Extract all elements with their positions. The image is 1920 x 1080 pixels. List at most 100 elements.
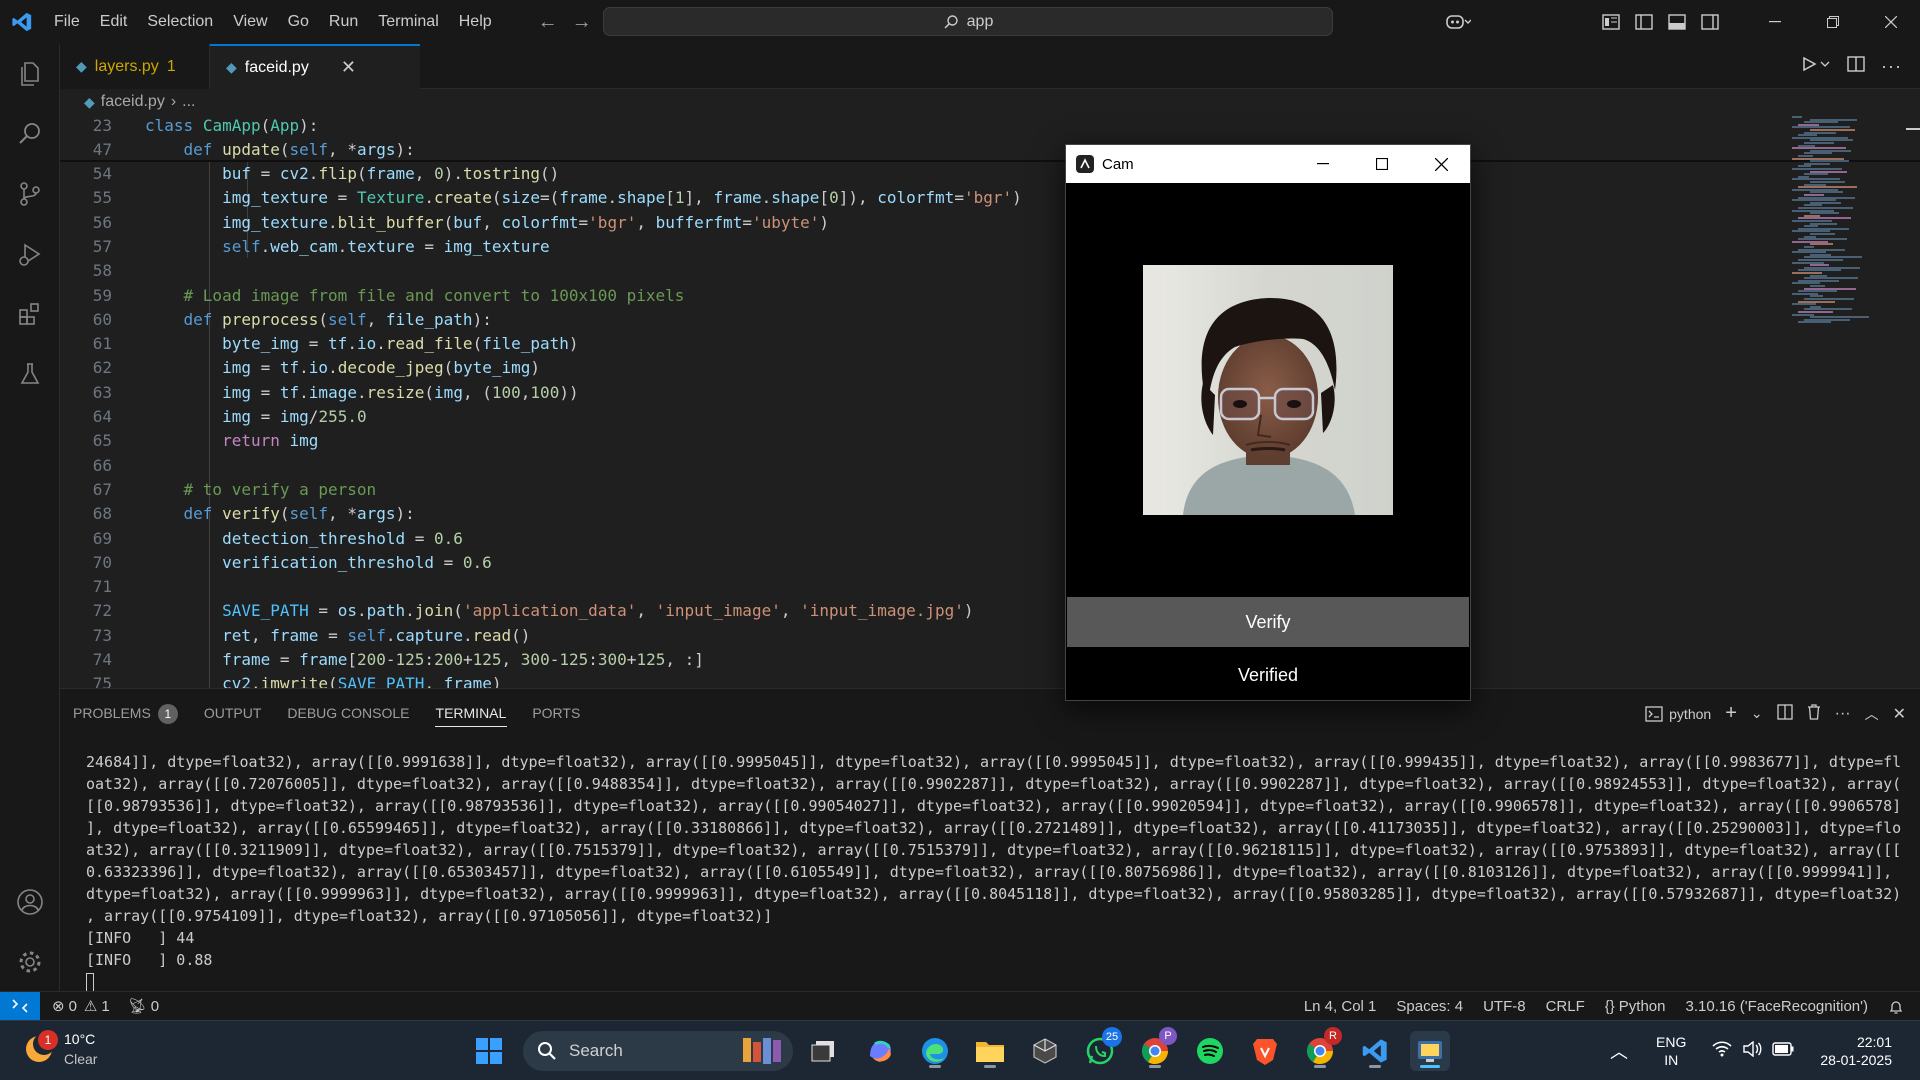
code-line[interactable]: 59 # Load image from file and convert to…	[60, 284, 1760, 308]
tab-layers-py[interactable]: ◆ layers.py 1	[60, 44, 210, 89]
input-language[interactable]: ENG IN	[1656, 1033, 1686, 1069]
code-line[interactable]: 68 def verify(self, *args):	[60, 502, 1760, 526]
code-line[interactable]: 75 cv2.imwrite(SAVE_PATH, frame)	[60, 672, 1760, 688]
code-line[interactable]: 65 return img	[60, 429, 1760, 453]
minimize-button[interactable]	[1746, 0, 1804, 44]
tab-problems[interactable]: PROBLEMS 1	[60, 689, 191, 738]
customize-layout-icon[interactable]	[1594, 0, 1627, 44]
code-line[interactable]: 67 # to verify a person	[60, 478, 1760, 502]
code-line[interactable]: 73 ret, frame = self.capture.read()	[60, 624, 1760, 648]
terminal-shell-selector[interactable]: python	[1645, 706, 1711, 722]
code-line[interactable]: 69 detection_threshold = 0.6	[60, 527, 1760, 551]
toggle-primary-sidebar-icon[interactable]	[1627, 0, 1660, 44]
taskbar-search[interactable]: Search	[523, 1031, 793, 1071]
unity-hub-icon[interactable]	[1025, 1031, 1065, 1071]
code-line[interactable]: 57 self.web_cam.texture = img_texture	[60, 235, 1760, 259]
run-and-debug-icon[interactable]	[0, 224, 60, 284]
testing-flask-icon[interactable]	[0, 344, 60, 404]
cam-minimize-button[interactable]	[1294, 145, 1352, 183]
source-control-icon[interactable]	[0, 164, 60, 224]
menu-run[interactable]: Run	[319, 0, 368, 44]
language-mode[interactable]: {} Python	[1595, 998, 1676, 1015]
code-line[interactable]: 54 buf = cv2.flip(frame, 0).tostring()	[60, 162, 1760, 186]
indentation[interactable]: Spaces: 4	[1386, 998, 1473, 1015]
accounts-icon[interactable]	[0, 872, 60, 932]
breadcrumb-file[interactable]: faceid.py	[101, 93, 165, 111]
cursor-position[interactable]: Ln 4, Col 1	[1294, 998, 1387, 1015]
menu-go[interactable]: Go	[278, 0, 319, 44]
split-terminal-icon[interactable]	[1776, 704, 1793, 723]
new-terminal-plus-icon[interactable]: +	[1725, 702, 1737, 725]
menu-help[interactable]: Help	[449, 0, 502, 44]
chrome-profile-r-icon[interactable]: R	[1300, 1027, 1342, 1071]
volume-icon[interactable]	[1742, 1040, 1762, 1062]
toggle-secondary-sidebar-icon[interactable]	[1693, 0, 1726, 44]
menu-file[interactable]: File	[44, 0, 90, 44]
code-line[interactable]: 58	[60, 259, 1760, 283]
more-actions-icon[interactable]: ···	[1881, 56, 1902, 77]
command-center-search[interactable]: app	[603, 7, 1333, 36]
battery-icon[interactable]	[1772, 1041, 1794, 1061]
chevron-down-icon[interactable]: ⌄	[1751, 705, 1763, 722]
tab-debug-console[interactable]: DEBUG CONSOLE	[274, 689, 422, 738]
breadcrumb-symbol[interactable]: ...	[182, 93, 195, 111]
edge-browser-icon[interactable]	[915, 1031, 955, 1071]
cam-maximize-button[interactable]	[1353, 145, 1411, 183]
code-line[interactable]: 66	[60, 454, 1760, 478]
code-editor[interactable]: 23 class CamApp(App): 47 def update(self, …	[60, 114, 1920, 688]
copilot-app-icon[interactable]	[860, 1031, 900, 1071]
back-arrow-icon[interactable]: ←	[538, 11, 558, 34]
menu-view[interactable]: View	[223, 0, 277, 44]
extensions-icon[interactable]	[0, 284, 60, 344]
forward-arrow-icon[interactable]: →	[572, 11, 592, 34]
tab-ports[interactable]: PORTS	[519, 689, 593, 738]
minimap[interactable]	[1788, 114, 1918, 334]
code-line[interactable]: 62 img = tf.io.decode_jpeg(byte_img)	[60, 356, 1760, 380]
split-editor-icon[interactable]	[1847, 56, 1865, 77]
spotify-icon[interactable]	[1190, 1031, 1230, 1071]
whatsapp-icon[interactable]: 25	[1080, 1027, 1122, 1071]
weather-widget[interactable]: 1 10°C Clear	[24, 1029, 97, 1069]
end-of-line[interactable]: CRLF	[1536, 998, 1595, 1015]
chrome-profile-p-icon[interactable]: P	[1135, 1027, 1177, 1071]
run-python-file-icon[interactable]	[1801, 56, 1831, 77]
maximize-button[interactable]	[1804, 0, 1862, 44]
windows-start-icon[interactable]	[469, 1031, 509, 1071]
code-line[interactable]: 55 img_texture = Texture.create(size=(fr…	[60, 186, 1760, 210]
ports-status[interactable]: 📡︎ 0	[119, 997, 168, 1016]
remote-window-icon[interactable]	[0, 991, 40, 1021]
verify-button[interactable]: Verify	[1067, 597, 1469, 647]
python-interpreter[interactable]: 3.10.16 ('FaceRecognition')	[1676, 998, 1879, 1015]
code-line[interactable]: 61 byte_img = tf.io.read_file(file_path)	[60, 332, 1760, 356]
scrollbar-thumb[interactable]	[1906, 128, 1920, 130]
python-kivy-app-icon[interactable]	[1410, 1031, 1450, 1071]
search-icon[interactable]	[0, 104, 60, 164]
close-tab-icon[interactable]: ✕	[341, 57, 356, 78]
tab-output[interactable]: OUTPUT	[191, 689, 275, 738]
tab-terminal[interactable]: TERMINAL	[423, 689, 520, 738]
show-hidden-icons-chevron-up-icon[interactable]: ︿	[1610, 1038, 1628, 1064]
notifications-bell-icon[interactable]	[1878, 999, 1920, 1015]
code-line[interactable]: 63 img = tf.image.resize(img, (100,100))	[60, 381, 1760, 405]
code-line[interactable]: 74 frame = frame[200-125:200+125, 300-12…	[60, 648, 1760, 672]
tab-faceid-py[interactable]: ◆ faceid.py ✕	[210, 44, 420, 89]
brave-browser-icon[interactable]	[1245, 1031, 1285, 1071]
more-actions-icon[interactable]: ···	[1835, 705, 1851, 723]
maximize-panel-chevron-up-icon[interactable]: ︿	[1865, 704, 1879, 724]
code-line[interactable]: 71	[60, 575, 1760, 599]
manage-gear-icon[interactable]	[0, 932, 60, 992]
terminal-output[interactable]: 24684]], dtype=float32), array([[0.99916…	[86, 751, 1920, 993]
kill-terminal-trash-icon[interactable]	[1807, 704, 1821, 723]
code-line[interactable]: 64 img = img/255.0	[60, 405, 1760, 429]
copilot-icon[interactable]	[1432, 0, 1484, 44]
wifi-icon[interactable]	[1712, 1040, 1732, 1062]
file-explorer-icon[interactable]	[970, 1031, 1010, 1071]
explorer-icon[interactable]	[0, 44, 60, 104]
clock[interactable]: 22:01 28-01-2025	[1820, 1033, 1892, 1069]
code-line[interactable]: 60 def preprocess(self, file_path):	[60, 308, 1760, 332]
vscode-taskbar-icon[interactable]	[1355, 1031, 1395, 1071]
menu-selection[interactable]: Selection	[137, 0, 223, 44]
code-line[interactable]: 70 verification_threshold = 0.6	[60, 551, 1760, 575]
cam-close-button[interactable]	[1412, 145, 1470, 183]
menu-edit[interactable]: Edit	[90, 0, 138, 44]
